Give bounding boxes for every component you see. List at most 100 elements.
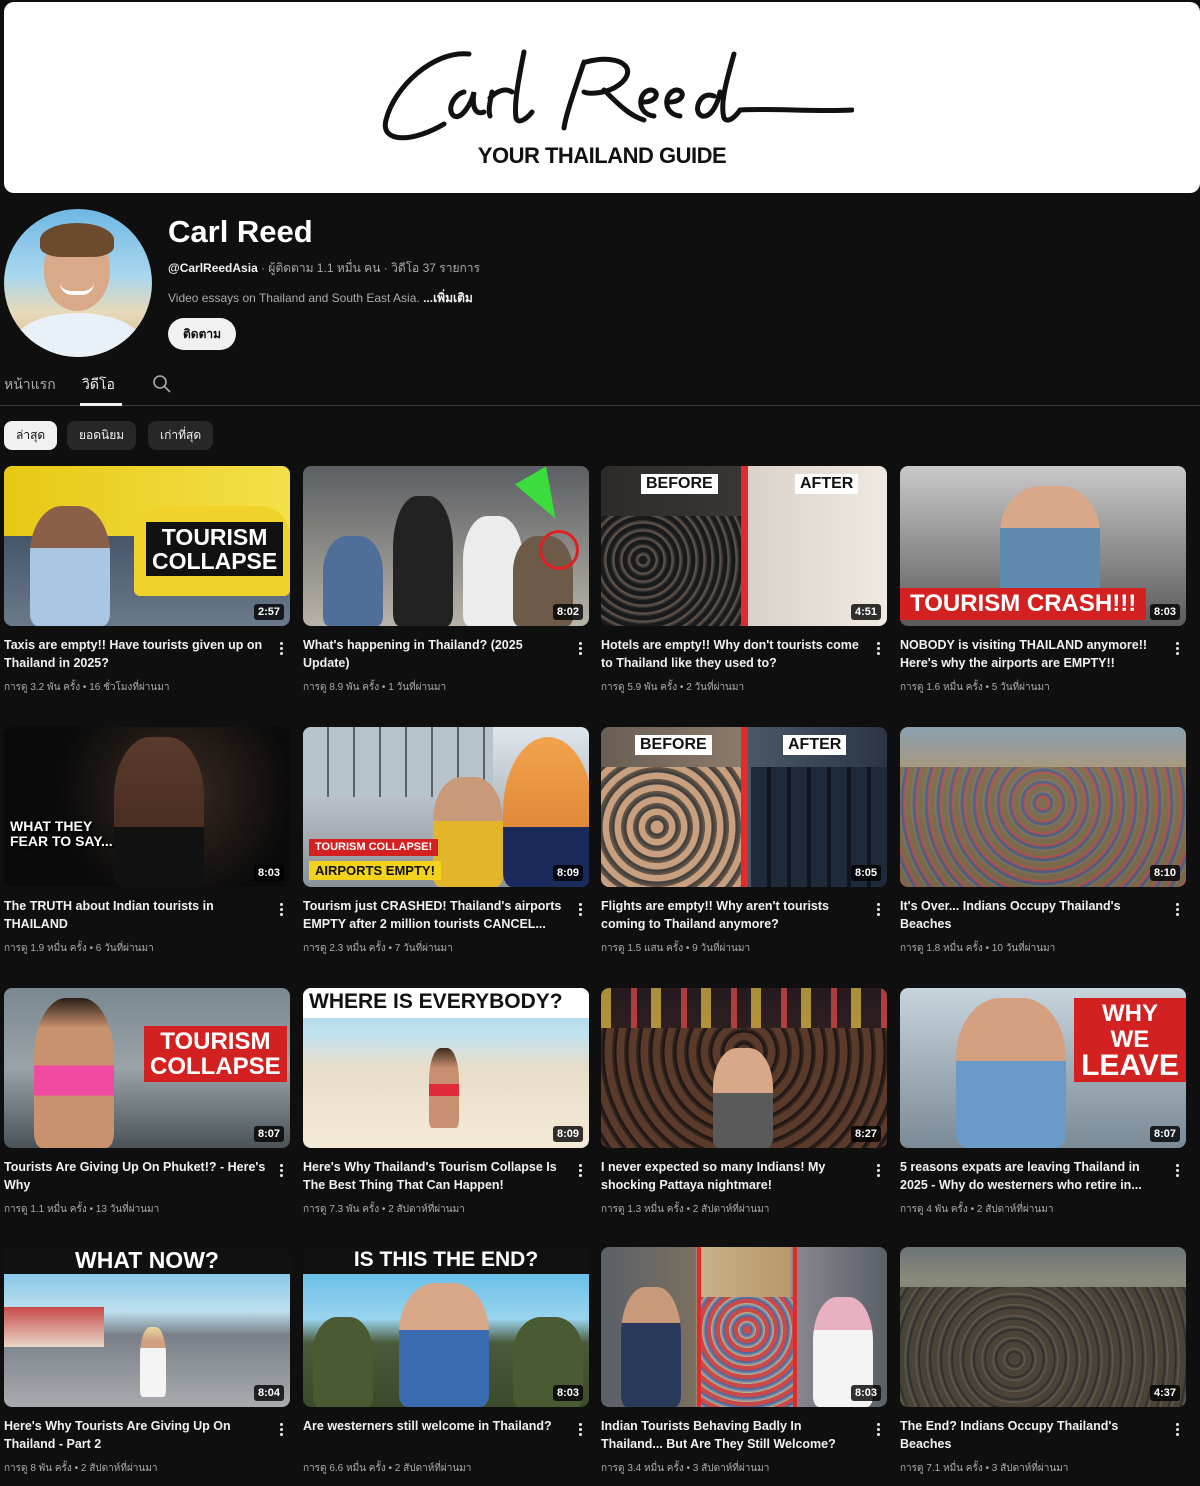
- video-title[interactable]: Taxis are empty!! Have tourists given up…: [4, 636, 266, 672]
- video-thumbnail[interactable]: WHY WE LEAVE 8:07: [900, 988, 1186, 1148]
- video-thumbnail[interactable]: BEFORE AFTER 4:51: [601, 466, 887, 626]
- video-meta: การดู 5.9 พัน ครั้ง • 2 วันที่ผ่านมา: [601, 682, 745, 693]
- video-card[interactable]: TOURISM COLLAPSE 8:07 Tourists Are Giving…: [4, 988, 290, 1228]
- video-title[interactable]: Here's Why Thailand's Tourism Collapse I…: [303, 1158, 565, 1194]
- channel-description[interactable]: Video essays on Thailand and South East …: [168, 289, 473, 308]
- video-title[interactable]: What's happening in Thailand? (2025 Upda…: [303, 636, 565, 672]
- video-title[interactable]: Here's Why Tourists Are Giving Up On Tha…: [4, 1417, 266, 1453]
- more-link[interactable]: ...เพิ่มเติม: [423, 291, 473, 305]
- active-tab-indicator: [80, 403, 122, 406]
- video-card[interactable]: BEFORE AFTER 4:51 Hotels are empty!! Why…: [601, 466, 887, 706]
- thumb-text: AFTER: [783, 735, 847, 755]
- thumb-text: TOURISM CRASH!!!: [900, 588, 1147, 620]
- channel-avatar[interactable]: [4, 209, 152, 357]
- tab-videos[interactable]: วิดีโอ: [82, 374, 115, 396]
- video-meta: การดู 1.3 หมื่น ครั้ง • 2 สัปดาห์ที่ผ่าน…: [601, 1204, 770, 1215]
- thumb-text: TOURISM: [160, 1028, 271, 1055]
- thumb-text: WHAT NOW?: [75, 1247, 219, 1273]
- video-thumbnail[interactable]: IS THIS THE END? 8:03: [303, 1247, 589, 1407]
- more-options-icon[interactable]: [276, 901, 286, 919]
- search-icon[interactable]: [152, 374, 172, 394]
- more-options-icon[interactable]: [575, 1421, 585, 1439]
- video-title[interactable]: The TRUTH about Indian tourists in THAIL…: [4, 897, 266, 933]
- video-duration: 8:03: [1149, 604, 1180, 620]
- video-thumbnail[interactable]: 8:03: [601, 1247, 887, 1407]
- video-card[interactable]: WHAT THEY FEAR TO SAY... 8:03 The TRUTH a…: [4, 727, 290, 967]
- video-title[interactable]: Indian Tourists Behaving Badly In Thaila…: [601, 1417, 863, 1453]
- video-thumbnail[interactable]: 8:02: [303, 466, 589, 626]
- video-thumbnail[interactable]: WHAT NOW? 8:04: [4, 1247, 290, 1407]
- video-card[interactable]: IS THIS THE END? 8:03 Are westerners sti…: [303, 1247, 589, 1486]
- more-options-icon[interactable]: [873, 1162, 883, 1180]
- video-meta: การดู 1.6 หมื่น ครั้ง • 5 วันที่ผ่านมา: [900, 682, 1050, 693]
- video-duration: 8:09: [552, 865, 583, 881]
- video-title[interactable]: Hotels are empty!! Why don't tourists co…: [601, 636, 863, 672]
- video-card[interactable]: TOURISM CRASH!!! 8:03 NOBODY is visiting…: [900, 466, 1186, 706]
- channel-banner: YOUR THAILAND GUIDE: [4, 2, 1200, 193]
- thumb-text: BEFORE: [635, 735, 712, 755]
- video-duration: 8:03: [253, 865, 284, 881]
- video-thumbnail[interactable]: TOURISM CRASH!!! 8:03: [900, 466, 1186, 626]
- chip-latest[interactable]: ล่าสุด: [4, 421, 58, 450]
- more-options-icon[interactable]: [1172, 1421, 1182, 1439]
- video-card[interactable]: 8:27 I never expected so many Indians! M…: [601, 988, 887, 1228]
- video-thumbnail[interactable]: 4:37: [900, 1247, 1186, 1407]
- video-thumbnail[interactable]: WHAT THEY FEAR TO SAY... 8:03: [4, 727, 290, 887]
- more-options-icon[interactable]: [1172, 640, 1182, 658]
- video-card[interactable]: TOURISM COLLAPSE 2:57 Taxis are empty!! H…: [4, 466, 290, 706]
- video-thumbnail[interactable]: TOURISM COLLAPSE 2:57: [4, 466, 290, 626]
- video-card[interactable]: 8:02 What's happening in Thailand? (2025…: [303, 466, 589, 706]
- video-thumbnail[interactable]: 8:27: [601, 988, 887, 1148]
- subscribe-button[interactable]: ติดตาม: [168, 318, 236, 350]
- video-thumbnail[interactable]: WHERE IS EVERYBODY? 8:09: [303, 988, 589, 1148]
- video-title[interactable]: Tourism just CRASHED! Thailand's airport…: [303, 897, 565, 933]
- more-options-icon[interactable]: [873, 640, 883, 658]
- video-card[interactable]: WHAT NOW? 8:04 Here's Why Tourists Are G…: [4, 1247, 290, 1486]
- video-card[interactable]: 4:37 The End? Indians Occupy Thailand's …: [900, 1247, 1186, 1486]
- video-title[interactable]: I never expected so many Indians! My sho…: [601, 1158, 863, 1194]
- video-thumbnail[interactable]: TOURISM COLLAPSE 8:07: [4, 988, 290, 1148]
- thumb-text: AFTER: [795, 474, 859, 494]
- video-card[interactable]: WHERE IS EVERYBODY? 8:09 Here's Why Thai…: [303, 988, 589, 1228]
- video-title[interactable]: Tourists Are Giving Up On Phuket!? - Her…: [4, 1158, 266, 1194]
- video-duration: 8:03: [850, 1385, 881, 1401]
- video-thumbnail[interactable]: BEFORE AFTER 8:05: [601, 727, 887, 887]
- chip-oldest[interactable]: เก่าที่สุด: [148, 421, 214, 450]
- more-options-icon[interactable]: [873, 1421, 883, 1439]
- video-card[interactable]: 8:10 It's Over... Indians Occupy Thailan…: [900, 727, 1186, 967]
- video-meta: การดู 1.8 หมื่น ครั้ง • 10 วันที่ผ่านมา: [900, 943, 1056, 954]
- video-meta: การดู 1.9 หมื่น ครั้ง • 6 วันที่ผ่านมา: [4, 943, 154, 954]
- more-options-icon[interactable]: [575, 901, 585, 919]
- video-card[interactable]: WHY WE LEAVE 8:07 5 reasons expats are le…: [900, 988, 1186, 1228]
- more-options-icon[interactable]: [1172, 901, 1182, 919]
- more-options-icon[interactable]: [276, 1162, 286, 1180]
- tab-home[interactable]: หน้าแรก: [4, 374, 56, 396]
- more-options-icon[interactable]: [873, 901, 883, 919]
- more-options-icon[interactable]: [1172, 1162, 1182, 1180]
- more-options-icon[interactable]: [276, 1421, 286, 1439]
- video-meta: การดู 6.6 หมื่น ครั้ง • 2 สัปดาห์ที่ผ่าน…: [303, 1463, 472, 1474]
- video-title[interactable]: Are westerners still welcome in Thailand…: [303, 1417, 565, 1453]
- video-title[interactable]: NOBODY is visiting THAILAND anymore!! He…: [900, 636, 1162, 672]
- video-meta: การดู 1.1 หมื่น ครั้ง • 13 วันที่ผ่านมา: [4, 1204, 160, 1215]
- more-options-icon[interactable]: [575, 640, 585, 658]
- more-options-icon[interactable]: [276, 640, 286, 658]
- video-card[interactable]: BEFORE AFTER 8:05 Flights are empty!! Wh…: [601, 727, 887, 967]
- more-options-icon[interactable]: [575, 1162, 585, 1180]
- video-meta: การดู 8 พัน ครั้ง • 2 สัปดาห์ที่ผ่านมา: [4, 1463, 158, 1474]
- video-card[interactable]: TOURISM COLLAPSE! AIRPORTS EMPTY! 8:09 T…: [303, 727, 589, 967]
- video-title[interactable]: 5 reasons expats are leaving Thailand in…: [900, 1158, 1162, 1194]
- video-thumbnail[interactable]: TOURISM COLLAPSE! AIRPORTS EMPTY! 8:09: [303, 727, 589, 887]
- chip-popular[interactable]: ยอดนิยม: [67, 421, 137, 450]
- split-divider: [741, 727, 748, 887]
- video-meta: การดู 3.4 หมื่น ครั้ง • 3 สัปดาห์ที่ผ่าน…: [601, 1463, 770, 1474]
- video-thumbnail[interactable]: 8:10: [900, 727, 1186, 887]
- thumb-text: AIRPORTS EMPTY!: [309, 861, 441, 880]
- video-title[interactable]: It's Over... Indians Occupy Thailand's B…: [900, 897, 1162, 933]
- video-duration: 8:07: [253, 1126, 284, 1142]
- channel-name: Carl Reed: [168, 214, 313, 249]
- video-title[interactable]: The End? Indians Occupy Thailand's Beach…: [900, 1417, 1162, 1453]
- video-card[interactable]: 8:03 Indian Tourists Behaving Badly In T…: [601, 1247, 887, 1486]
- video-meta: การดู 1.5 แสน ครั้ง • 9 วันที่ผ่านมา: [601, 943, 751, 954]
- video-title[interactable]: Flights are empty!! Why aren't tourists …: [601, 897, 863, 933]
